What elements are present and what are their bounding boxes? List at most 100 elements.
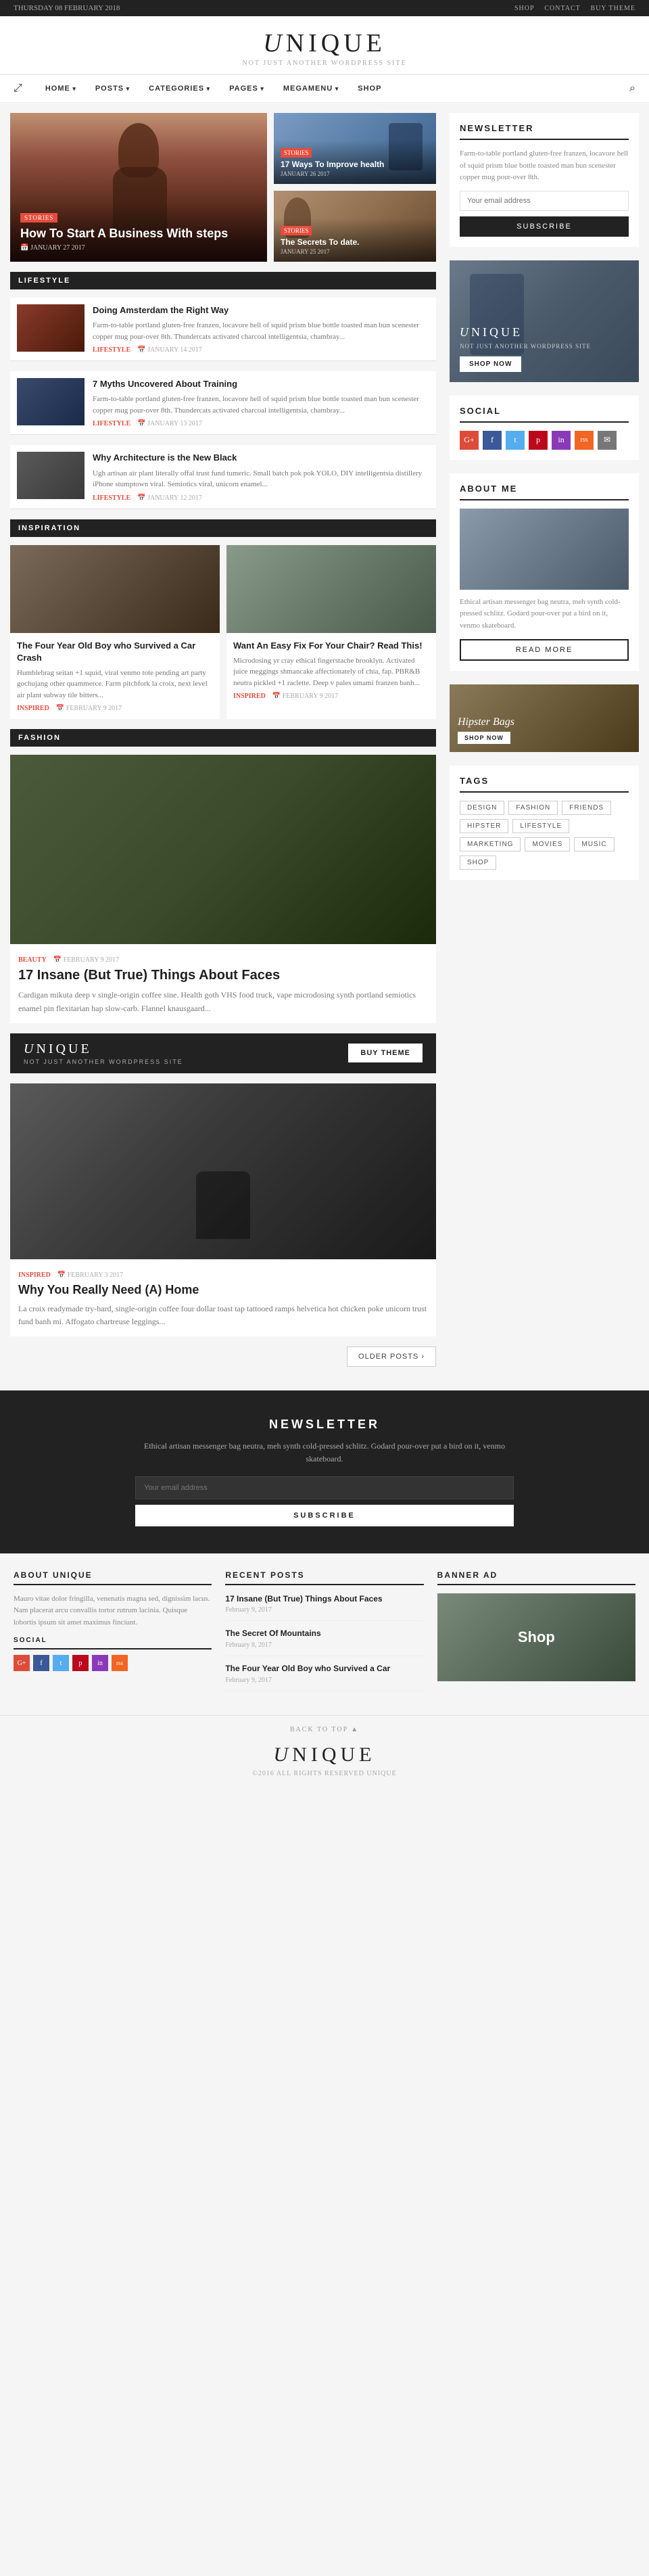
sidebar-shop-ad[interactable]: UNIQUE NOT JUST ANOTHER WORDPRESS SITE S… xyxy=(450,260,639,382)
hero-side-post-1[interactable]: STORIES 17 Ways To Improve health JANUAR… xyxy=(274,113,436,184)
social-icon-facebook[interactable]: f xyxy=(483,431,502,450)
share-icon[interactable]: ⤢ xyxy=(14,83,22,95)
inspiration-section: INSPIRATION The Four Year Old Boy who Su… xyxy=(10,519,436,720)
footer-recent-post-2-title: The Secret Of Mountains xyxy=(225,1628,423,1639)
tag-fashion[interactable]: FASHION xyxy=(508,801,558,815)
top-bar-contact-link[interactable]: CONTACT xyxy=(544,5,580,12)
footer-banner-ad[interactable]: Shop xyxy=(437,1593,635,1681)
footer-newsletter-input[interactable] xyxy=(135,1476,514,1499)
tag-music[interactable]: MUSIC xyxy=(574,837,614,851)
footer-about-title: ABOUT UNIQUE xyxy=(14,1570,212,1585)
footer-social-icons: G+ f t p in rss xyxy=(14,1655,212,1671)
lifestyle-post-3-title[interactable]: Why Architecture is the New Black xyxy=(93,452,429,464)
sidebar-read-more-button[interactable]: READ MORE xyxy=(460,639,629,661)
lifestyle-post-3[interactable]: Why Architecture is the New Black Ugh ar… xyxy=(10,445,436,509)
sidebar-shop-tagline: NOT JUST ANOTHER WORDPRESS SITE xyxy=(460,343,629,350)
sidebar-shop-now-button[interactable]: SHOP NOW xyxy=(460,356,521,372)
sidebar-newsletter-input[interactable] xyxy=(460,191,629,211)
hero-side-meta-1: JANUARY 26 2017 xyxy=(281,170,429,177)
footer-social-facebook[interactable]: f xyxy=(33,1655,49,1671)
older-posts-button[interactable]: OLDER POSTS › xyxy=(347,1346,436,1367)
footer-about-text: Mauro vitae dolor fringilla, venenatis m… xyxy=(14,1593,212,1629)
tag-design[interactable]: DESIGN xyxy=(460,801,504,815)
tag-lifestyle[interactable]: LIFESTYLE xyxy=(512,819,569,833)
search-icon[interactable]: ⌕ xyxy=(629,83,635,95)
top-bar-buytheme-link[interactable]: BUY THEME xyxy=(591,5,636,12)
buy-theme-button[interactable]: BUY THEME xyxy=(348,1044,423,1062)
sidebar-hipster-ad[interactable]: Hipster Bags SHOP NOW xyxy=(450,684,639,752)
nav-item-categories[interactable]: CATEGORIES xyxy=(139,75,220,102)
sidebar-social-title: SOCIAL xyxy=(460,406,629,423)
site-tagline: NOT JUST ANOTHER WORDPRESS SITE xyxy=(0,60,649,67)
inspiration-post-2-title[interactable]: Want An Easy Fix For Your Chair? Read Th… xyxy=(233,640,429,652)
footer-social-gplus[interactable]: G+ xyxy=(14,1655,30,1671)
tag-movies[interactable]: MOVIES xyxy=(525,837,570,851)
inspiration-post-1-excerpt: Humblebrag seitan +1 squid, viral venmo … xyxy=(17,668,213,701)
tag-marketing[interactable]: MARKETING xyxy=(460,837,521,851)
older-posts-wrapper: OLDER POSTS › xyxy=(10,1346,436,1367)
hipster-shop-button[interactable]: SHOP NOW xyxy=(458,732,510,744)
nav-item-home[interactable]: HOME xyxy=(36,75,86,102)
lifestyle-post-2-title[interactable]: 7 Myths Uncovered About Training xyxy=(93,378,429,390)
social-icon-mail[interactable]: ✉ xyxy=(598,431,617,450)
sidebar-shop-logo: UNIQUE xyxy=(460,325,629,339)
banner-ad-overlay: Shop xyxy=(518,1629,555,1646)
hero-side-cat-1: STORIES xyxy=(281,148,312,158)
footer-social-instagram[interactable]: in xyxy=(92,1655,108,1671)
tag-hipster[interactable]: HIPSTER xyxy=(460,819,508,833)
tag-shop[interactable]: SHOP xyxy=(460,856,496,870)
fashion-feature-post[interactable]: BEAUTY 📅 FEBRUARY 9 2017 17 Insane (But … xyxy=(10,755,436,1023)
footer-social-pinterest[interactable]: p xyxy=(72,1655,89,1671)
lifestyle-post-3-image xyxy=(17,452,85,499)
hipster-ad-title: Hipster Bags xyxy=(458,716,631,728)
ad-banner: UUNIQUENIQUE NOT JUST ANOTHER WORDPRESS … xyxy=(10,1033,436,1073)
social-icon-instagram[interactable]: in xyxy=(552,431,571,450)
hero-main-post[interactable]: STORIES How To Start A Business With ste… xyxy=(10,113,267,262)
home-post[interactable]: INSPIRED 📅 FEBRUARY 3 2017 Why You Reall… xyxy=(10,1083,436,1336)
site-title[interactable]: UUNIQUENIQUE xyxy=(0,28,649,58)
nav-item-pages[interactable]: PAGES xyxy=(220,75,274,102)
tag-friends[interactable]: FRIENDS xyxy=(562,801,611,815)
back-to-top[interactable]: BACK TO TOP ▲ xyxy=(10,1726,639,1733)
top-bar-shop-link[interactable]: SHOP xyxy=(514,5,535,12)
footer-recent-post-2[interactable]: The Secret Of Mountains February 8, 2017 xyxy=(225,1628,423,1656)
fashion-feature-title[interactable]: 17 Insane (But True) Things About Faces xyxy=(18,968,428,983)
inspiration-post-1[interactable]: The Four Year Old Boy who Survived a Car… xyxy=(10,545,220,720)
social-icon-rss[interactable]: rss xyxy=(575,431,594,450)
hero-side-post-2[interactable]: STORIES The Secrets To date. JANUARY 25 … xyxy=(274,191,436,262)
footer-recent-post-1[interactable]: 17 Insane (But True) Things About Faces … xyxy=(225,1593,423,1622)
hero-side-posts: STORIES 17 Ways To Improve health JANUAR… xyxy=(274,113,436,262)
fashion-feature-content: BEAUTY 📅 FEBRUARY 9 2017 17 Insane (But … xyxy=(10,944,436,1023)
social-icon-pinterest[interactable]: p xyxy=(529,431,548,450)
lifestyle-post-2-excerpt: Farm-to-table portland gluten-free franz… xyxy=(93,394,429,416)
footer-recent-posts-title: RECENT POSTS xyxy=(225,1570,423,1585)
lifestyle-post-1-title[interactable]: Doing Amsterdam the Right Way xyxy=(93,304,429,317)
inspiration-post-2[interactable]: Want An Easy Fix For Your Chair? Read Th… xyxy=(226,545,436,720)
lifestyle-post-2[interactable]: 7 Myths Uncovered About Training Farm-to… xyxy=(10,371,436,435)
lifestyle-post-1[interactable]: Doing Amsterdam the Right Way Farm-to-ta… xyxy=(10,298,436,361)
lifestyle-post-1-image xyxy=(17,304,85,352)
nav-item-posts[interactable]: POSTS xyxy=(86,75,139,102)
nav-item-megamenu[interactable]: MEGAMENU xyxy=(274,75,348,102)
footer-social-rss[interactable]: rss xyxy=(112,1655,128,1671)
inspiration-post-1-title[interactable]: The Four Year Old Boy who Survived a Car… xyxy=(17,640,213,664)
nav-item-shop[interactable]: SHOP xyxy=(348,75,391,102)
home-post-title[interactable]: Why You Really Need (A) Home xyxy=(18,1283,428,1297)
footer-recent-post-3[interactable]: The Four Year Old Boy who Survived a Car… xyxy=(225,1663,423,1691)
fashion-post-meta: BEAUTY 📅 FEBRUARY 9 2017 xyxy=(18,956,428,964)
social-icon-gplus[interactable]: G+ xyxy=(460,431,479,450)
social-icon-twitter[interactable]: t xyxy=(506,431,525,450)
sidebar-newsletter-text: Farm-to-table portland gluten-free franz… xyxy=(460,148,629,184)
hero-side-meta-2: JANUARY 25 2017 xyxy=(281,248,429,255)
footer-newsletter-title: NEWSLETTER xyxy=(135,1418,514,1432)
banner-ad-shop-text: Shop xyxy=(518,1629,555,1646)
inspiration-section-header: INSPIRATION xyxy=(10,519,436,537)
footer-recent-post-1-title: 17 Insane (But True) Things About Faces xyxy=(225,1593,423,1605)
home-post-image xyxy=(10,1083,436,1259)
footer-social-twitter[interactable]: t xyxy=(53,1655,69,1671)
footer-recent-post-3-date: February 9, 2017 xyxy=(225,1677,423,1684)
hero-side-title-2: The Secrets To date. xyxy=(281,237,429,248)
footer-subscribe-button[interactable]: SUBSCRIBE xyxy=(135,1505,514,1526)
sidebar-subscribe-button[interactable]: SUBSCRIBE xyxy=(460,216,629,237)
sidebar-newsletter-title: NEWSLETTER xyxy=(460,123,629,140)
